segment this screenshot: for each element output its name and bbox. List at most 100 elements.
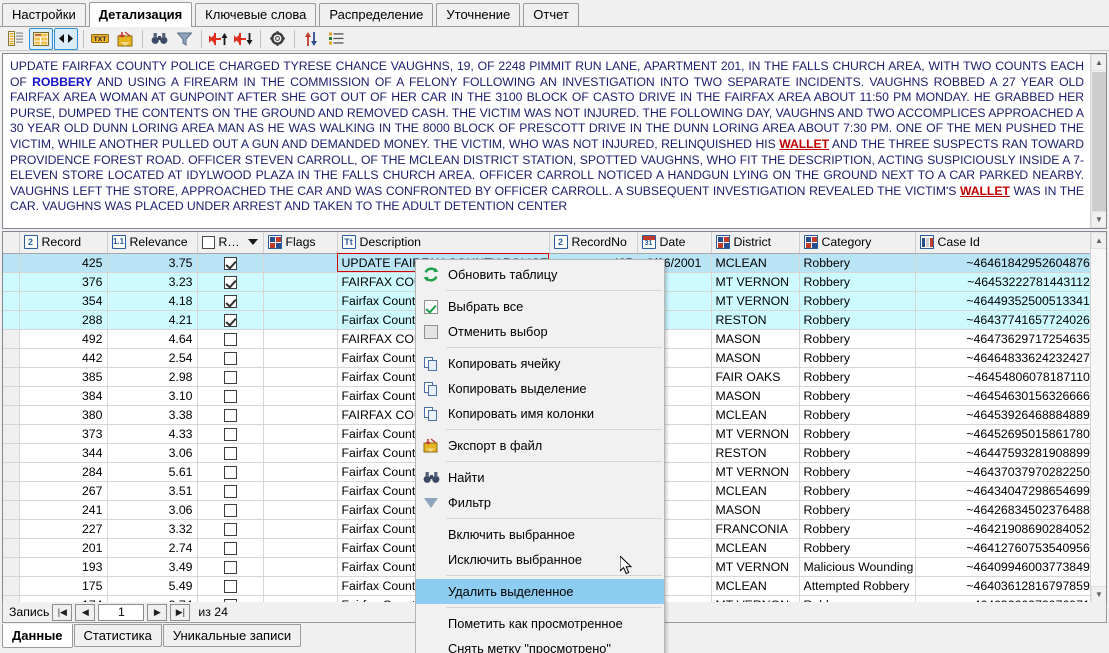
grid-vertical-scrollbar[interactable]: ▲ ▼ [1090, 232, 1106, 603]
cell-record[interactable]: 193 [19, 557, 108, 577]
list-view-icon[interactable] [4, 28, 28, 50]
expand-width-icon[interactable] [54, 27, 78, 50]
row-selector[interactable] [3, 253, 20, 273]
column-header-re[interactable]: Re... [197, 232, 264, 254]
reviewed-checkbox[interactable] [223, 427, 237, 441]
reviewed-checkbox[interactable] [223, 522, 237, 536]
next-record-button[interactable]: ▶ [147, 603, 168, 621]
row-selector[interactable] [3, 272, 20, 292]
cell-record[interactable]: 492 [19, 329, 108, 349]
row-selector[interactable] [3, 310, 20, 330]
tab-4[interactable]: Уточнение [436, 3, 521, 26]
scroll-thumb[interactable] [1092, 72, 1106, 212]
cell-district[interactable]: FRANCONIA [711, 519, 800, 539]
cell-flags[interactable] [263, 424, 338, 444]
cell-relevance[interactable]: 3.32 [107, 519, 198, 539]
cell-category[interactable]: Robbery [799, 310, 916, 330]
menu-item-12[interactable]: Пометить как просмотренное [416, 611, 664, 636]
cell-case-id[interactable]: ~4645322278144311296 [915, 272, 1106, 292]
cell-case-id[interactable]: ~4640361281679785984 [915, 576, 1106, 596]
cell-flags[interactable] [263, 500, 338, 520]
cell-district[interactable]: MCLEAN [711, 481, 800, 501]
last-record-button[interactable]: ▶| [170, 603, 191, 621]
cell-flags[interactable] [263, 386, 338, 406]
row-checkbox-cell[interactable] [197, 424, 264, 444]
tab-0[interactable]: Настройки [2, 3, 86, 26]
text-vertical-scrollbar[interactable]: ▲ ▼ [1090, 54, 1106, 228]
highlight-up-icon[interactable] [206, 28, 230, 50]
row-checkbox-cell[interactable] [197, 576, 264, 596]
menu-item-9[interactable]: Включить выбранное [416, 522, 664, 547]
cell-district[interactable]: MCLEAN [711, 405, 800, 425]
cell-relevance[interactable]: 5.61 [107, 462, 198, 482]
cell-record[interactable]: 344 [19, 443, 108, 463]
cell-flags[interactable] [263, 310, 338, 330]
cell-district[interactable]: FAIR OAKS [711, 367, 800, 387]
row-selector[interactable] [3, 367, 20, 387]
reviewed-checkbox[interactable] [223, 389, 237, 403]
cell-case-id[interactable]: ~4647362971725463552 [915, 329, 1106, 349]
reviewed-checkbox[interactable] [223, 446, 237, 460]
cell-category[interactable]: Robbery [799, 367, 916, 387]
cell-record[interactable]: 201 [19, 538, 108, 558]
row-checkbox-cell[interactable] [197, 538, 264, 558]
menu-item-1[interactable]: Выбрать все [416, 294, 664, 319]
reviewed-checkbox[interactable] [223, 294, 237, 308]
cell-case-id[interactable]: ~4643703797028225024 [915, 462, 1106, 482]
menu-item-4[interactable]: Копировать выделение [416, 376, 664, 401]
menu-item-7[interactable]: Найти [416, 465, 664, 490]
cell-relevance[interactable]: 5.49 [107, 576, 198, 596]
reviewed-checkbox[interactable] [223, 503, 237, 517]
cell-relevance[interactable]: 4.21 [107, 310, 198, 330]
cell-flags[interactable] [263, 272, 338, 292]
cell-record[interactable]: 380 [19, 405, 108, 425]
cell-record[interactable]: 267 [19, 481, 108, 501]
reviewed-checkbox[interactable] [223, 332, 237, 346]
cell-flags[interactable] [263, 557, 338, 577]
reviewed-checkbox[interactable] [223, 275, 237, 289]
grid-scroll-down-icon[interactable]: ▼ [1091, 586, 1106, 603]
row-checkbox-cell[interactable] [197, 253, 264, 273]
row-selector[interactable] [3, 424, 20, 444]
cell-district[interactable]: MT VERNON [711, 272, 800, 292]
row-selector[interactable] [3, 481, 20, 501]
highlight-down-icon[interactable] [231, 28, 255, 50]
bottom-tab-1[interactable]: Статистика [73, 624, 162, 647]
cell-case-id[interactable]: ~4643404729865469952 [915, 481, 1106, 501]
cell-district[interactable]: MT VERNON [711, 424, 800, 444]
cell-case-id[interactable]: ~4645269501586178048 [915, 424, 1106, 444]
cell-district[interactable]: MT VERNON [711, 291, 800, 311]
row-selector[interactable] [3, 405, 20, 425]
cell-relevance[interactable]: 2.74 [107, 538, 198, 558]
menu-item-3[interactable]: Копировать ячейку [416, 351, 664, 376]
cell-case-id[interactable]: ~4643774165772402688 [915, 310, 1106, 330]
reviewed-checkbox[interactable] [223, 370, 237, 384]
row-checkbox-cell[interactable] [197, 329, 264, 349]
cell-case-id[interactable]: ~4645392646888488960 [915, 405, 1106, 425]
cell-relevance[interactable]: 3.51 [107, 481, 198, 501]
row-checkbox-cell[interactable] [197, 481, 264, 501]
row-selector[interactable] [3, 291, 20, 311]
row-selector[interactable] [3, 386, 20, 406]
cell-record[interactable]: 288 [19, 310, 108, 330]
row-checkbox-cell[interactable] [197, 291, 264, 311]
cell-category[interactable]: Robbery [799, 272, 916, 292]
menu-item-2[interactable]: Отменить выбор [416, 319, 664, 344]
tab-3[interactable]: Распределение [319, 3, 434, 26]
cell-relevance[interactable]: 4.33 [107, 424, 198, 444]
cell-record[interactable]: 284 [19, 462, 108, 482]
reviewed-checkbox[interactable] [223, 256, 237, 270]
cell-flags[interactable] [263, 367, 338, 387]
cell-relevance[interactable]: 3.23 [107, 272, 198, 292]
menu-item-8[interactable]: Фильтр [416, 490, 664, 515]
cell-case-id[interactable]: ~4640994600377384960 [915, 557, 1106, 577]
settings-gear-icon[interactable] [265, 28, 289, 50]
menu-item-6[interactable]: Экспорт в файл [416, 433, 664, 458]
sort-updown-icon[interactable] [299, 28, 323, 50]
cell-relevance[interactable]: 2.54 [107, 348, 198, 368]
row-checkbox-cell[interactable] [197, 519, 264, 539]
reviewed-checkbox[interactable] [223, 484, 237, 498]
cell-case-id[interactable]: ~4642683450237648896 [915, 500, 1106, 520]
cell-category[interactable]: Robbery [799, 519, 916, 539]
cell-district[interactable]: MASON [711, 500, 800, 520]
